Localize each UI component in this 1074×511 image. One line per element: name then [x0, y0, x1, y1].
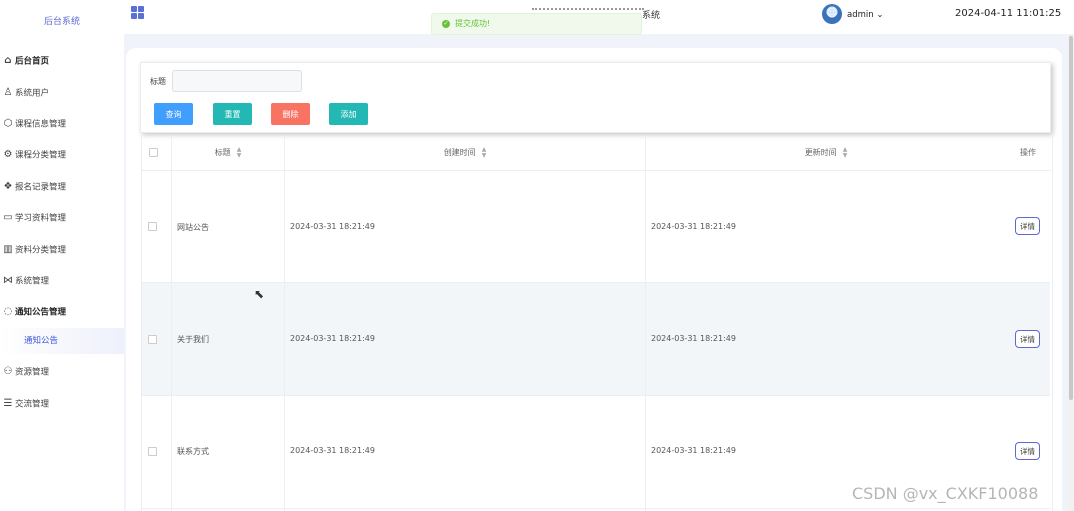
row-created: 2024-03-31 18:21:49	[290, 334, 375, 343]
row-checkbox[interactable]	[148, 222, 157, 231]
sidebar-item-label: 交流管理	[15, 399, 50, 410]
row-checkbox[interactable]	[148, 447, 157, 456]
briefcase-icon: ▭	[3, 212, 13, 223]
chevron-down-icon: ⌄	[873, 10, 884, 20]
list-icon: ☰	[3, 398, 13, 409]
sidebar-item-system-users[interactable]: ♙ 系统用户	[0, 81, 124, 105]
sort-icon[interactable]: ▲ ▼	[482, 146, 487, 159]
detail-button[interactable]: 详情	[1015, 217, 1040, 235]
chat-icon: ◌	[3, 306, 13, 317]
sort-icon[interactable]: ▲ ▼	[237, 146, 242, 159]
detail-button[interactable]: 详情	[1015, 442, 1040, 460]
success-toast: ✓ 提交成功!	[431, 13, 642, 35]
share-icon: ⋈	[3, 275, 13, 286]
query-button[interactable]: 查询	[154, 103, 193, 125]
column-divider	[284, 135, 285, 511]
menu-toggle-grid-icon[interactable]	[131, 6, 144, 19]
table-row	[142, 170, 1050, 283]
sidebar-item-label: 资料分类管理	[15, 245, 67, 256]
column-updated-label: 更新时间	[804, 148, 837, 157]
row-updated: 2024-03-31 18:21:49	[651, 222, 736, 231]
datetime-display: 2024-04-11 11:01:25	[955, 8, 1062, 19]
gear-icon: ⚙	[3, 149, 13, 160]
sidebar-item-course-info[interactable]: ⬡ 课程信息管理	[0, 112, 124, 136]
cube-icon: ⬡	[3, 118, 13, 129]
select-all-checkbox[interactable]	[149, 148, 158, 157]
sidebar-item-label: 课程分类管理	[15, 150, 67, 161]
table-row	[142, 283, 1050, 396]
apps-icon: ❖	[3, 181, 13, 192]
column-title-label: 标题	[214, 148, 231, 157]
user-menu[interactable]: admin ⌄	[847, 10, 883, 20]
column-divider	[645, 135, 646, 511]
reset-button[interactable]: 重置	[213, 103, 252, 125]
sidebar-item-home[interactable]: ⌂ 后台首页	[0, 49, 124, 73]
watermark: CSDN @vx_CXKF10088	[852, 484, 1039, 503]
sidebar-item-study-material[interactable]: ▭ 学习资料管理	[0, 206, 124, 230]
row-title: 关于我们	[177, 335, 209, 344]
sidebar-item-system-admin[interactable]: ⋈ 系统管理	[0, 269, 124, 293]
sort-icon[interactable]: ▲ ▼	[843, 146, 848, 159]
avatar[interactable]: ☺	[822, 4, 842, 24]
add-button[interactable]: 添加	[329, 103, 368, 125]
sidebar-item-exchange[interactable]: ☰ 交流管理	[0, 392, 124, 416]
sidebar-item-label: 系统用户	[15, 88, 50, 99]
sidebar-item-label: 课程信息管理	[15, 119, 67, 130]
sidebar-brand: 后台系统	[43, 17, 80, 27]
row-title: 联系方式	[177, 447, 209, 456]
column-header-updated[interactable]: 更新时间 ▲ ▼	[646, 135, 1006, 170]
mouse-pointer-icon: ⬉	[254, 287, 265, 301]
user-icon: ♙	[3, 87, 13, 98]
column-header-created[interactable]: 创建时间 ▲ ▼	[285, 135, 645, 170]
sidebar-subitem-notice[interactable]: 通知公告	[0, 328, 124, 354]
sidebar-item-resources[interactable]: ⚇ 资源管理	[0, 360, 124, 384]
page-scrollbar-thumb[interactable]	[1069, 36, 1073, 400]
search-title-label: 标题	[150, 77, 166, 86]
home-icon: ⌂	[4, 55, 12, 66]
sidebar-item-course-category[interactable]: ⚙ 课程分类管理	[0, 143, 124, 167]
sidebar-item-material-category[interactable]: ▥ 资料分类管理	[0, 238, 124, 262]
book-icon: ▥	[3, 244, 13, 255]
system-title: 系统	[642, 11, 661, 21]
row-updated: 2024-03-31 18:21:49	[651, 446, 736, 455]
username: admin	[847, 10, 874, 20]
sidebar-item-label: 报名记录管理	[15, 182, 67, 193]
search-title-input[interactable]	[172, 70, 302, 92]
sidebar-item-notice[interactable]: ◌ 通知公告管理	[0, 300, 124, 324]
toast-message: 提交成功!	[455, 19, 491, 28]
column-created-label: 创建时间	[443, 148, 476, 157]
column-header-title[interactable]: 标题 ▲ ▼	[172, 135, 284, 170]
row-updated: 2024-03-31 18:21:49	[651, 334, 736, 343]
column-divider	[171, 135, 172, 511]
row-created: 2024-03-31 18:21:49	[290, 446, 375, 455]
row-title: 网站公告	[177, 223, 209, 232]
sidebar-item-label: 后台首页	[15, 56, 50, 67]
sidebar-item-label: 资源管理	[15, 367, 50, 378]
delete-button[interactable]: 删除	[271, 103, 310, 125]
row-checkbox[interactable]	[148, 335, 157, 344]
check-circle-icon: ✓	[442, 19, 450, 28]
users-icon: ⚇	[3, 366, 13, 377]
sidebar-item-label: 学习资料管理	[15, 213, 67, 224]
sidebar-item-enrollment[interactable]: ❖ 报名记录管理	[0, 175, 124, 199]
detail-button[interactable]: 详情	[1015, 330, 1040, 348]
row-created: 2024-03-31 18:21:49	[290, 222, 375, 231]
column-header-actions: 操作	[1020, 148, 1036, 157]
sidebar-item-label: 系统管理	[15, 276, 50, 287]
sidebar-item-label: 通知公告管理	[15, 307, 67, 318]
